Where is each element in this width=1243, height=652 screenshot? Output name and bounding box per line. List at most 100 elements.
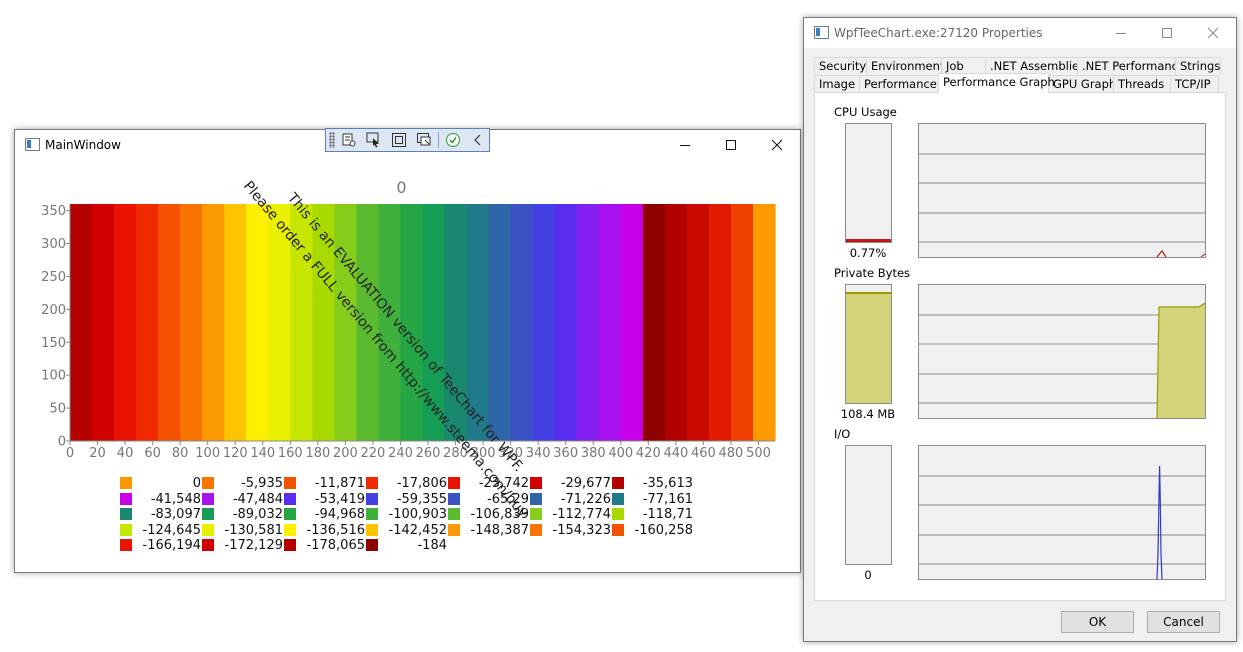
x-tick-label: 40 bbox=[117, 446, 134, 461]
y-tick-label: 0 bbox=[58, 435, 66, 450]
frame-icon bbox=[392, 133, 406, 147]
x-tick-label: 340 bbox=[526, 446, 551, 461]
legend-item: -100,903 bbox=[366, 507, 447, 522]
minimize-icon bbox=[1116, 33, 1126, 34]
legend-item: -77,161 bbox=[612, 492, 693, 507]
properties-window: WpfTeeChart.exe:27120 Properties Securit… bbox=[803, 17, 1237, 642]
legend-item: -172,129 bbox=[202, 538, 283, 553]
legend-item: -29,677 bbox=[530, 476, 611, 491]
minimize-button[interactable] bbox=[662, 130, 708, 160]
heatmap-band bbox=[334, 204, 358, 441]
ok-button[interactable]: OK bbox=[1061, 611, 1134, 633]
legend-label: -83,097 bbox=[150, 507, 201, 522]
legend-swatch bbox=[530, 477, 542, 489]
legend-item: -23,742 bbox=[448, 476, 529, 491]
toolbar-grip[interactable] bbox=[329, 132, 335, 148]
legend-label: -59,355 bbox=[396, 491, 447, 507]
tab-gpu-graph[interactable]: GPU Graph bbox=[1048, 75, 1116, 93]
maximize-button[interactable] bbox=[1144, 18, 1190, 48]
tab-net-performance[interactable]: .NET Performance bbox=[1077, 57, 1185, 75]
legend-swatch bbox=[202, 477, 214, 489]
legend-label: -100,903 bbox=[388, 507, 447, 522]
pointer-button[interactable] bbox=[363, 130, 385, 150]
heatmap-band bbox=[488, 204, 512, 441]
legend-swatch bbox=[120, 539, 132, 551]
io-trace bbox=[1156, 465, 1163, 579]
meter-fill bbox=[846, 239, 891, 242]
legend-label: -118,71 bbox=[642, 507, 693, 522]
heatmap-band bbox=[202, 204, 225, 441]
collapse-toolbar-button[interactable] bbox=[467, 130, 489, 150]
cpu-usage-label: CPU Usage bbox=[834, 105, 897, 119]
legend-item: -41,548 bbox=[120, 492, 201, 507]
legend-swatch bbox=[284, 539, 296, 551]
window-app-icon bbox=[25, 138, 40, 151]
legend-label: -11,871 bbox=[314, 476, 365, 491]
io-meter bbox=[845, 445, 892, 565]
tab-image[interactable]: Image bbox=[814, 75, 860, 93]
private-bytes-graph bbox=[918, 284, 1206, 419]
check-button[interactable] bbox=[442, 130, 464, 150]
x-tick-label: 220 bbox=[361, 446, 386, 461]
heatmap-band bbox=[290, 204, 313, 441]
legend-label: -77,161 bbox=[642, 491, 693, 507]
heatmap-chart: 0501001502002503003500 20 40 60 80 100 120 140 1… bbox=[41, 178, 776, 461]
heatmap-band bbox=[642, 204, 666, 441]
heatmap-band bbox=[312, 204, 335, 441]
heatmap-band bbox=[466, 204, 490, 441]
frame-button[interactable] bbox=[388, 130, 410, 150]
private-bytes-value: 108.4 MB bbox=[840, 407, 896, 421]
select-element-button[interactable] bbox=[338, 130, 360, 150]
legend-swatch bbox=[120, 477, 132, 489]
legend-item: -118,71 bbox=[612, 507, 693, 522]
legend-item: -94,968 bbox=[284, 507, 365, 522]
select-tool-icon bbox=[342, 133, 356, 147]
x-tick-label: 0 bbox=[66, 446, 74, 461]
legend-swatch bbox=[612, 523, 624, 536]
window-app-icon bbox=[814, 26, 829, 39]
legend-swatch bbox=[448, 492, 460, 505]
legend-item: -130,581 bbox=[202, 523, 283, 538]
y-tick-label: 300 bbox=[41, 237, 66, 252]
cpu-usage-graph bbox=[918, 123, 1206, 258]
legend-label: -29,677 bbox=[560, 476, 611, 491]
heatmap-band bbox=[554, 204, 578, 441]
chart-title: 0 bbox=[396, 178, 406, 197]
properties-titlebar[interactable]: WpfTeeChart.exe:27120 Properties bbox=[804, 18, 1236, 48]
tab-tcp-ip[interactable]: TCP/IP bbox=[1170, 75, 1219, 93]
heatmap-band bbox=[400, 204, 424, 441]
legend-label: -106,839 bbox=[470, 507, 529, 522]
legend-swatch bbox=[202, 508, 214, 520]
x-tick-label: 440 bbox=[663, 446, 688, 461]
window-title: MainWindow bbox=[45, 138, 121, 152]
legend-label: -130,581 bbox=[224, 522, 283, 538]
legend-item: -53,419 bbox=[284, 492, 365, 507]
toolbar-separator bbox=[438, 132, 439, 148]
legend-item: -17,806 bbox=[366, 476, 447, 491]
legend-item: -148,387 bbox=[448, 523, 529, 538]
legend-item: -71,226 bbox=[530, 492, 611, 507]
x-tick-label: 100 bbox=[195, 446, 220, 461]
close-button[interactable] bbox=[1190, 18, 1236, 48]
legend-label: -136,516 bbox=[306, 522, 365, 538]
cpu-usage-trace bbox=[1200, 253, 1205, 257]
maximize-icon bbox=[1162, 28, 1172, 38]
close-button[interactable] bbox=[754, 130, 800, 160]
tab-performance[interactable]: Performance bbox=[859, 75, 939, 93]
x-tick-label: 60 bbox=[144, 446, 161, 461]
legend-swatch bbox=[530, 492, 542, 505]
wpf-debug-toolbar bbox=[325, 128, 490, 152]
cancel-button[interactable]: Cancel bbox=[1147, 611, 1220, 633]
layout-button[interactable] bbox=[413, 130, 435, 150]
heatmap-band bbox=[730, 204, 754, 441]
tab-threads[interactable]: Threads bbox=[1113, 75, 1171, 93]
minimize-button[interactable] bbox=[1098, 18, 1144, 48]
heatmap-band bbox=[620, 204, 644, 441]
tab-strings[interactable]: Strings bbox=[1175, 57, 1221, 75]
tab-performance-graph[interactable]: Performance Graph bbox=[938, 73, 1055, 93]
tab-security[interactable]: Security bbox=[814, 57, 867, 75]
legend-item: -35,613 bbox=[612, 476, 693, 491]
tab-environment[interactable]: Environment bbox=[866, 57, 944, 75]
performance-graph-panel: CPU Usage 0.77% Private Bytes 108.4 MB I… bbox=[814, 92, 1226, 601]
maximize-button[interactable] bbox=[708, 130, 754, 160]
